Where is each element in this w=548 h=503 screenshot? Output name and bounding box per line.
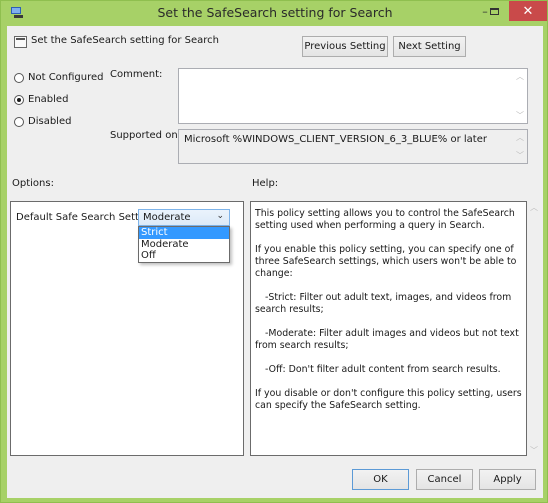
- comment-scrollbar[interactable]: ︿ ﹀: [515, 71, 525, 121]
- help-paragraph: This policy setting allows you to contro…: [255, 208, 515, 231]
- scroll-down-icon[interactable]: ﹀: [516, 110, 524, 121]
- help-label: Help:: [252, 178, 279, 189]
- radio-button-checked-icon: [14, 94, 24, 105]
- options-label: Options:: [12, 178, 54, 189]
- radio-label: Enabled: [28, 94, 69, 105]
- close-button[interactable]: ✕: [509, 1, 547, 21]
- cancel-button[interactable]: Cancel: [416, 469, 473, 490]
- apply-button[interactable]: Apply: [479, 469, 536, 490]
- help-text-panel: This policy setting allows you to contro…: [250, 201, 527, 456]
- policy-setting-icon: [14, 36, 27, 48]
- help-paragraph: If you disable or don't configure this p…: [255, 388, 522, 411]
- safe-search-dropdown-list: Strict Moderate Off: [138, 226, 230, 263]
- scroll-down-icon[interactable]: ﹀: [530, 445, 538, 456]
- dropdown-option-strict[interactable]: Strict: [139, 227, 229, 239]
- radio-enabled[interactable]: Enabled: [14, 94, 68, 105]
- help-paragraph: -Moderate: Filter adult images and video…: [255, 328, 519, 351]
- supported-on-field: Microsoft %WINDOWS_CLIENT_VERSION_6_3_BL…: [178, 129, 528, 164]
- maximize-icon: [489, 7, 499, 15]
- help-paragraph: -Strict: Filter out adult text, images, …: [255, 292, 512, 315]
- dropdown-option-off[interactable]: Off: [139, 250, 229, 262]
- ok-button[interactable]: OK: [352, 469, 409, 490]
- radio-button-icon: [14, 72, 24, 83]
- supported-scrollbar[interactable]: ︿ ﹀: [515, 132, 525, 161]
- help-scrollbar[interactable]: ︿ ﹀: [529, 202, 539, 456]
- maximize-button[interactable]: [481, 1, 507, 21]
- dropdown-option-moderate[interactable]: Moderate: [139, 239, 229, 251]
- radio-not-configured[interactable]: Not Configured: [14, 72, 104, 83]
- chevron-down-icon: ⌄: [216, 211, 224, 221]
- comment-label: Comment:: [110, 69, 163, 80]
- policy-name: Set the SafeSearch setting for Search: [31, 35, 220, 46]
- options-panel: Default Safe Search Setting Moderate ⌄ S…: [10, 201, 244, 456]
- title-bar[interactable]: Set the SafeSearch setting for Search – …: [1, 1, 548, 26]
- radio-disabled[interactable]: Disabled: [14, 116, 71, 127]
- scroll-up-icon[interactable]: ︿: [530, 202, 538, 213]
- safe-search-setting-label: Default Safe Search Setting: [16, 212, 155, 223]
- previous-setting-button[interactable]: Previous Setting: [302, 36, 388, 57]
- policy-dialog-window: Set the SafeSearch setting for Search – …: [0, 0, 548, 503]
- scroll-up-icon[interactable]: ︿: [516, 132, 524, 143]
- radio-label: Disabled: [28, 116, 72, 127]
- comment-textarea[interactable]: ︿ ﹀: [178, 68, 528, 124]
- radio-button-icon: [14, 116, 24, 127]
- supported-on-label: Supported on:: [110, 130, 182, 141]
- supported-on-value: Microsoft %WINDOWS_CLIENT_VERSION_6_3_BL…: [184, 134, 487, 145]
- help-paragraph: If you enable this policy setting, you c…: [255, 244, 517, 279]
- next-setting-button[interactable]: Next Setting: [393, 36, 466, 57]
- safe-search-select[interactable]: Moderate ⌄: [138, 209, 230, 226]
- radio-label: Not Configured: [28, 72, 104, 83]
- help-paragraph: -Off: Don't filter adult content from se…: [265, 364, 501, 375]
- window-title: Set the SafeSearch setting for Search: [157, 5, 393, 20]
- dialog-client-area: Set the SafeSearch setting for Search Pr…: [7, 26, 543, 498]
- scroll-up-icon[interactable]: ︿: [516, 71, 524, 82]
- scroll-down-icon[interactable]: ﹀: [516, 150, 524, 161]
- select-value: Moderate: [143, 212, 191, 223]
